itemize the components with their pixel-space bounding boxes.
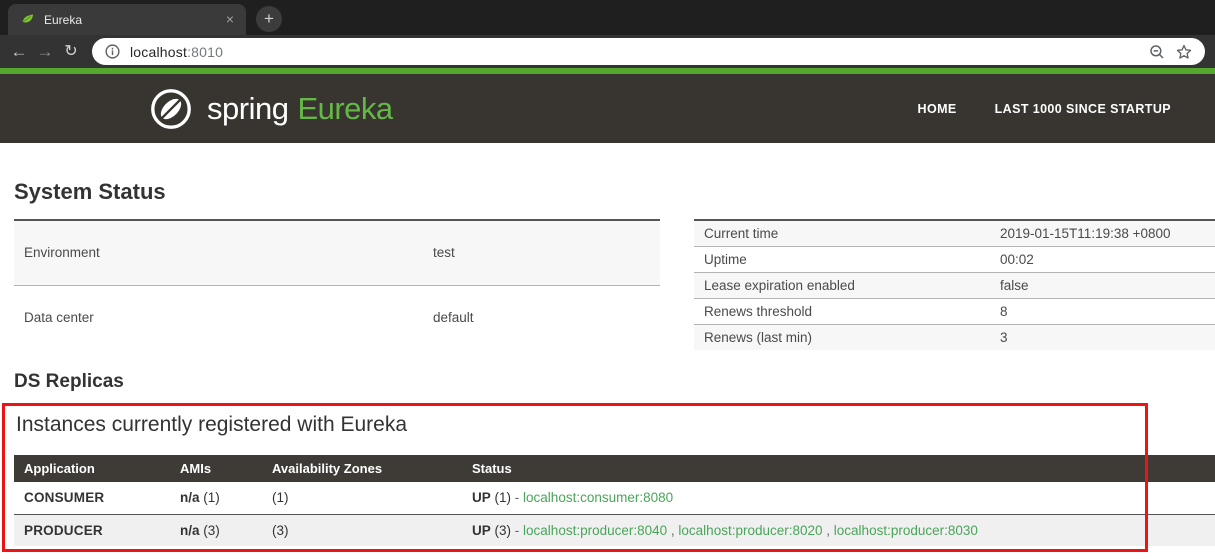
eureka-masthead: spring Eureka HOME LAST 1000 SINCE STARTU…	[0, 74, 1215, 143]
application-name: PRODUCER	[14, 514, 170, 546]
status-value: UP	[472, 523, 491, 538]
link-separator: ,	[823, 523, 834, 538]
nav-last-1000-link[interactable]: LAST 1000 SINCE STARTUP	[995, 102, 1171, 116]
brand-title: spring Eureka	[207, 91, 393, 127]
general-info-table: Environment test Data center default	[14, 219, 660, 350]
zones-cell: (3)	[262, 514, 462, 546]
row-value: 8	[990, 298, 1215, 324]
zones-cell: (1)	[262, 482, 462, 514]
instance-link[interactable]: localhost:producer:8020	[678, 523, 822, 538]
table-row: Renews (last min) 3	[694, 324, 1215, 350]
amis-value: n/a	[180, 490, 200, 505]
row-label: Renews (last min)	[694, 324, 990, 350]
row-label: Current time	[694, 220, 990, 246]
instance-link[interactable]: localhost:consumer:8080	[523, 490, 673, 505]
instances-header-row: Application AMIs Availability Zones Stat…	[14, 455, 1215, 482]
status-dash: -	[515, 490, 520, 505]
instance-links: localhost:producer:8040 , localhost:prod…	[523, 523, 978, 538]
table-row: Lease expiration enabled false	[694, 272, 1215, 298]
amis-cell: n/a (3)	[170, 514, 262, 546]
instance-info-table: Current time 2019-01-15T11:19:38 +0800 U…	[694, 219, 1215, 350]
spring-logo-icon	[148, 86, 194, 132]
row-value: false	[990, 272, 1215, 298]
column-header-status: Status	[462, 455, 1215, 482]
table-row: Uptime 00:02	[694, 246, 1215, 272]
browser-tab-bar: Eureka × +	[0, 0, 1215, 35]
row-label: Renews threshold	[694, 298, 990, 324]
column-header-application: Application	[14, 455, 170, 482]
tab-title: Eureka	[44, 13, 222, 27]
row-value: test	[423, 220, 660, 285]
status-count: (1)	[491, 490, 515, 505]
row-value: default	[423, 285, 660, 350]
new-tab-button[interactable]: +	[256, 6, 282, 32]
status-cell: UP (3) - localhost:producer:8040 , local…	[462, 514, 1215, 546]
refresh-icon[interactable]: ↻	[58, 39, 84, 65]
forward-icon[interactable]: →	[32, 39, 58, 65]
link-separator: ,	[667, 523, 678, 538]
row-label: Environment	[14, 220, 423, 285]
table-row: Data center default	[14, 285, 660, 350]
instance-link[interactable]: localhost:producer:8040	[523, 523, 667, 538]
row-value: 2019-01-15T11:19:38 +0800	[990, 220, 1215, 246]
table-row: Environment test	[14, 220, 660, 285]
masthead-nav: HOME LAST 1000 SINCE STARTUP	[918, 102, 1171, 116]
zoom-out-icon[interactable]	[1148, 43, 1166, 61]
column-header-amis: AMIs	[170, 455, 262, 482]
page-content: System Status Environment test Data cent…	[0, 179, 1215, 546]
row-value: 00:02	[990, 246, 1215, 272]
brand-eureka: Eureka	[297, 91, 392, 126]
status-value: UP	[472, 490, 491, 505]
table-row: CONSUMER n/a (1) (1) UP (1) - localhost:…	[14, 482, 1215, 514]
amis-count: (3)	[200, 523, 220, 538]
instance-link[interactable]: localhost:producer:8030	[834, 523, 978, 538]
ds-replicas-heading: DS Replicas	[14, 370, 1215, 394]
row-label: Uptime	[694, 246, 990, 272]
column-header-availability-zones: Availability Zones	[262, 455, 462, 482]
address-bar[interactable]: localhost:8010	[92, 38, 1205, 65]
nav-home-link[interactable]: HOME	[918, 102, 957, 116]
page-info-icon[interactable]	[104, 43, 121, 60]
brand-spring: spring	[207, 91, 288, 126]
back-icon[interactable]: ←	[6, 39, 32, 65]
url-host: localhost	[130, 44, 187, 60]
system-status-tables: Environment test Data center default Cur…	[14, 219, 1215, 350]
amis-cell: n/a (1)	[170, 482, 262, 514]
instances-heading: Instances currently registered with Eure…	[16, 412, 1215, 438]
table-row: PRODUCER n/a (3) (3) UP (3) - localhost:…	[14, 514, 1215, 546]
tab-close-icon[interactable]: ×	[222, 12, 238, 28]
status-count: (3)	[491, 523, 515, 538]
amis-count: (1)	[200, 490, 220, 505]
instances-table: Application AMIs Availability Zones Stat…	[14, 455, 1215, 546]
url-text[interactable]: localhost:8010	[130, 44, 223, 60]
bookmark-star-icon[interactable]	[1175, 43, 1193, 61]
instance-links: localhost:consumer:8080	[523, 490, 673, 505]
table-row: Renews threshold 8	[694, 298, 1215, 324]
table-row: Current time 2019-01-15T11:19:38 +0800	[694, 220, 1215, 246]
row-label: Lease expiration enabled	[694, 272, 990, 298]
spring-leaf-favicon-icon	[20, 12, 35, 27]
url-port: :8010	[187, 44, 223, 60]
row-value: 3	[990, 324, 1215, 350]
amis-value: n/a	[180, 523, 200, 538]
application-name: CONSUMER	[14, 482, 170, 514]
system-status-heading: System Status	[14, 179, 1215, 205]
status-dash: -	[515, 523, 520, 538]
browser-toolbar: ← → ↻ localhost:8010	[0, 35, 1215, 68]
browser-tab[interactable]: Eureka ×	[8, 4, 246, 35]
row-label: Data center	[14, 285, 423, 350]
status-cell: UP (1) - localhost:consumer:8080	[462, 482, 1215, 514]
